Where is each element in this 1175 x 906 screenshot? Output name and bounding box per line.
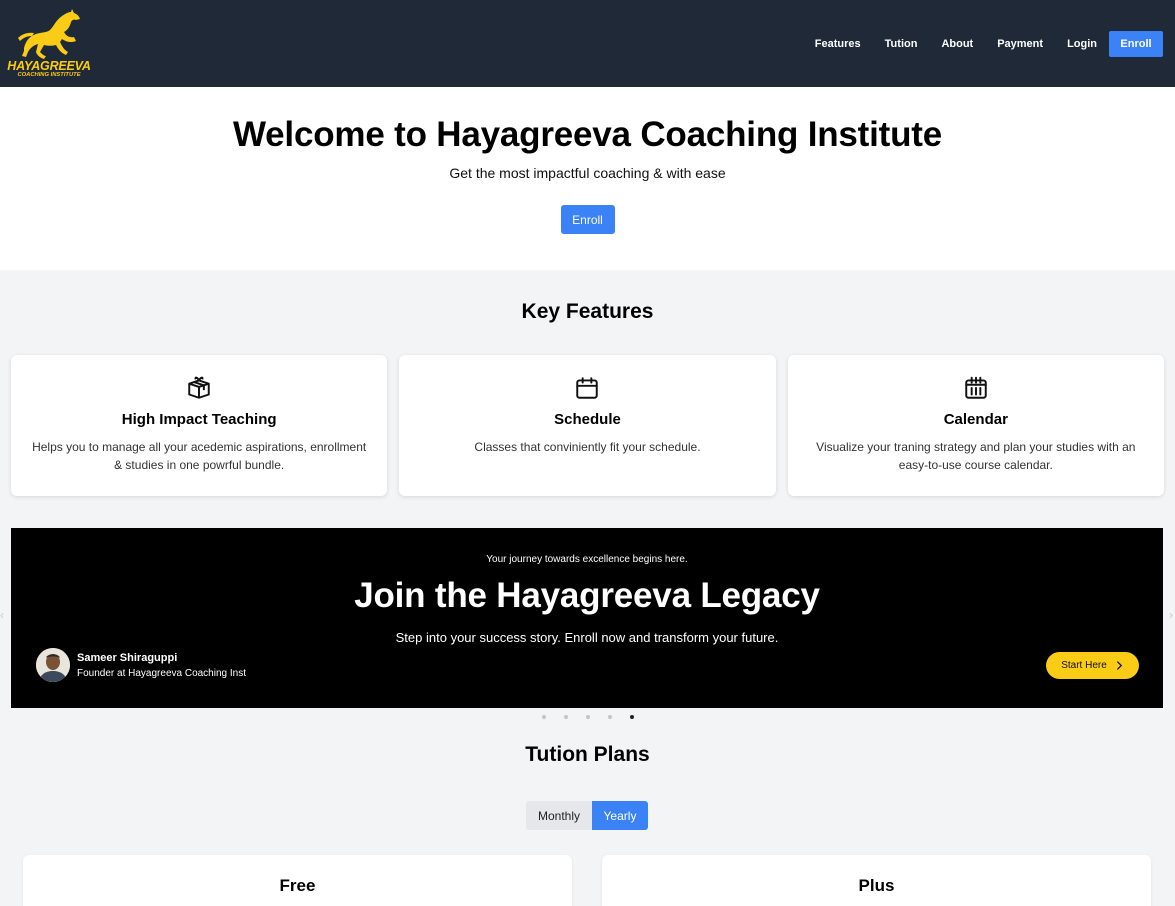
feature-card-calendar: Calendar Visualize your traning strategy… xyxy=(787,355,1164,496)
chevron-right-icon xyxy=(1116,661,1122,670)
plan-card-free: Free xyxy=(23,855,572,906)
feature-card-teaching: High Impact Teaching Helps you to manage… xyxy=(11,355,388,496)
nav-link-payment[interactable]: Payment xyxy=(997,38,1043,50)
billing-toggle: Monthly Yearly xyxy=(526,801,648,830)
start-here-button[interactable]: Start Here xyxy=(1046,652,1139,679)
nav-link-login[interactable]: Login xyxy=(1067,38,1097,50)
gift-box-icon xyxy=(188,376,210,399)
calendar-icon xyxy=(576,377,599,399)
carousel-prev-arrow-icon[interactable]: ‹ xyxy=(0,608,6,622)
banner-title: Join the Hayagreeva Legacy xyxy=(354,576,820,615)
carousel-dot[interactable] xyxy=(607,715,612,719)
hero-subtitle: Get the most impactful coaching & with e… xyxy=(449,165,726,181)
banner-subtitle: Step into your success story. Enroll now… xyxy=(395,630,779,645)
features-title: Key Features xyxy=(521,300,654,323)
feature-card-schedule: Schedule Classes that conviniently fit y… xyxy=(399,355,776,496)
toggle-yearly-button[interactable]: Yearly xyxy=(592,801,648,830)
features-grid: High Impact Teaching Helps you to manage… xyxy=(0,355,1175,496)
brand-logo[interactable]: HAYAGREEVA COACHING INSTITUTE xyxy=(7,8,91,79)
plan-name: Plus xyxy=(858,876,895,895)
plans-title: Tution Plans xyxy=(525,743,650,766)
founder-role: Founder at Hayagreeva Coaching Inst xyxy=(77,667,246,679)
founder-block: Sameer Shiraguppi Founder at Hayagreeva … xyxy=(36,648,246,682)
nav-link-tution[interactable]: Tution xyxy=(885,38,918,50)
feature-card-title: High Impact Teaching xyxy=(121,411,277,428)
nav-link-about[interactable]: About xyxy=(941,38,973,50)
plan-card-plus: Plus xyxy=(602,855,1151,906)
founder-name: Sameer Shiraguppi xyxy=(77,651,178,664)
feature-card-description: Visualize your traning strategy and plan… xyxy=(816,440,1136,472)
horse-logo-icon xyxy=(18,9,80,59)
feature-card-title: Schedule xyxy=(554,411,621,428)
founder-photo-icon xyxy=(36,648,70,682)
hero-title: Welcome to Hayagreeva Coaching Institute xyxy=(232,115,943,154)
calendar-grid-icon xyxy=(965,376,987,399)
hero-enroll-button[interactable]: Enroll xyxy=(560,205,615,234)
navbar: HAYAGREEVA COACHING INSTITUTE Features T… xyxy=(0,0,1175,87)
carousel-dots xyxy=(0,715,1175,719)
banner-kicker: Your journey towards excellence begins h… xyxy=(486,554,688,565)
hero-section: Welcome to Hayagreeva Coaching Institute… xyxy=(0,87,1175,270)
feature-card-description: Classes that conviniently fit your sched… xyxy=(474,440,701,454)
nav-links: Features Tution About Payment Login Enro… xyxy=(791,30,1163,57)
carousel-next-arrow-icon[interactable]: › xyxy=(1169,608,1175,622)
nav-link-features[interactable]: Features xyxy=(815,38,861,50)
carousel-dot[interactable] xyxy=(629,715,634,719)
brand-title: HAYAGREEVA xyxy=(7,59,91,73)
carousel-dot[interactable] xyxy=(563,715,568,719)
nav-enroll-button[interactable]: Enroll xyxy=(1109,30,1163,57)
founder-avatar xyxy=(36,648,70,682)
start-here-label: Start Here xyxy=(1061,660,1107,671)
hero-carousel-banner: Your journey towards excellence begins h… xyxy=(11,528,1163,708)
feature-card-description: Helps you to manage all your acedemic as… xyxy=(32,440,367,472)
brand-subtitle: COACHING INSTITUTE xyxy=(17,72,81,78)
feature-card-title: Calendar xyxy=(943,411,1008,428)
plan-name: Free xyxy=(279,876,316,895)
carousel-dot[interactable] xyxy=(541,715,546,719)
carousel-dot[interactable] xyxy=(585,715,590,719)
toggle-monthly-button[interactable]: Monthly xyxy=(526,801,592,830)
